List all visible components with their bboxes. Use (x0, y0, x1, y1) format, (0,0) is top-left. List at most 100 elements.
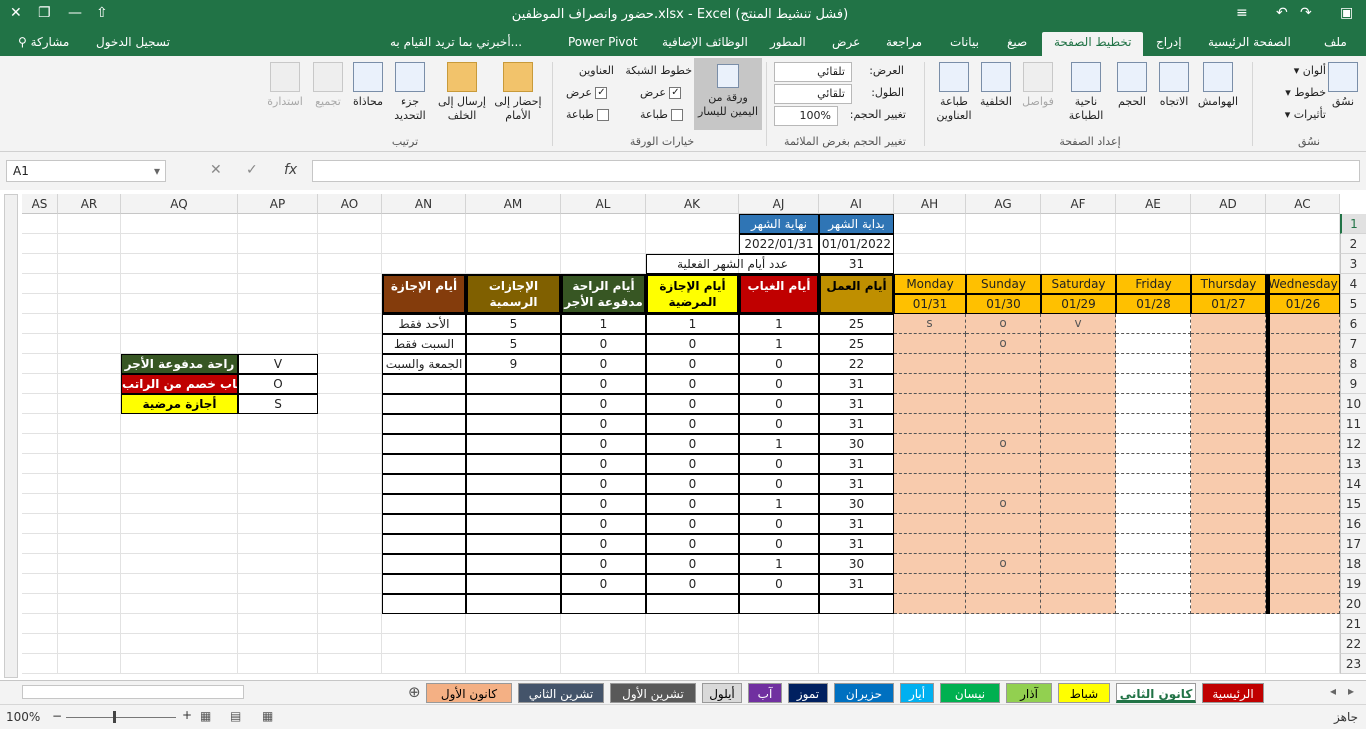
grid-cell[interactable] (1116, 254, 1191, 274)
grid-cell[interactable] (22, 534, 58, 554)
attendance-mark-cell[interactable] (1191, 554, 1266, 574)
attendance-mark-cell[interactable] (966, 574, 1041, 594)
end-label-cell[interactable]: نهاية الشهر (739, 214, 819, 234)
grid-cell[interactable] (318, 294, 382, 314)
attendance-mark-cell[interactable] (1041, 574, 1116, 594)
grid-cell[interactable] (318, 254, 382, 274)
sheet-tab[interactable]: أيار (900, 683, 934, 703)
sick-days-cell[interactable]: 0 (646, 374, 739, 394)
row-header[interactable]: 18 (1340, 554, 1366, 574)
sick-days-cell[interactable]: 0 (646, 354, 739, 374)
work-days-cell[interactable]: 31 (819, 574, 894, 594)
grid-cell[interactable] (238, 434, 318, 454)
attendance-mark-cell[interactable] (1041, 374, 1116, 394)
sick-days-cell[interactable]: 0 (646, 474, 739, 494)
attendance-mark-cell[interactable]: o (966, 434, 1041, 454)
sheet-tab[interactable]: تشرين الأول (610, 683, 696, 703)
tab-addins[interactable]: الوظائف الإضافية (662, 35, 748, 49)
colors-button[interactable]: ألوان ▾ (1256, 64, 1326, 77)
sick-days-cell[interactable]: 0 (646, 454, 739, 474)
grid-cell[interactable] (121, 254, 238, 274)
grid-cell[interactable] (1266, 634, 1340, 654)
grid-cell[interactable] (561, 234, 646, 254)
grid-cell[interactable] (22, 394, 58, 414)
attendance-mark-cell[interactable] (1116, 454, 1191, 474)
absence-days-cell[interactable]: 0 (739, 534, 819, 554)
absence-days-cell[interactable]: 0 (739, 354, 819, 374)
start-date-cell[interactable]: 01/01/2022 (819, 234, 894, 254)
empty-summary-cell[interactable] (561, 594, 646, 614)
paid-rest-cell[interactable]: 0 (561, 514, 646, 534)
grid-cell[interactable] (1266, 214, 1340, 234)
grid-cell[interactable] (22, 314, 58, 334)
grid-cell[interactable] (1266, 254, 1340, 274)
work-days-cell[interactable]: 30 (819, 554, 894, 574)
column-header[interactable]: AL (561, 194, 646, 214)
attendance-mark-cell[interactable] (1191, 374, 1266, 394)
grid-cell[interactable] (22, 454, 58, 474)
paid-rest-cell[interactable]: 0 (561, 374, 646, 394)
sheet-tab[interactable]: نيسان (940, 683, 1000, 703)
grid-cell[interactable] (318, 654, 382, 674)
grid-cell[interactable] (58, 294, 121, 314)
grid-cell[interactable] (1116, 654, 1191, 674)
sign-in-link[interactable]: تسجيل الدخول (96, 35, 170, 49)
attendance-mark-cell[interactable] (1041, 494, 1116, 514)
absence-days-cell[interactable]: 0 (739, 514, 819, 534)
grid-cell[interactable] (318, 634, 382, 654)
grid-cell[interactable] (121, 534, 238, 554)
grid-cell[interactable] (318, 314, 382, 334)
grid-cell[interactable] (466, 634, 561, 654)
sheet-tab[interactable]: تموز (788, 683, 828, 703)
work-days-cell[interactable]: 31 (819, 394, 894, 414)
zoom-slider-thumb[interactable] (113, 711, 116, 723)
grid-cell[interactable] (238, 594, 318, 614)
page-break-view-icon[interactable]: ▦ (200, 709, 211, 723)
absence-days-cell[interactable]: 1 (739, 554, 819, 574)
gridlines-view-check[interactable]: ✓ عرض (640, 86, 682, 99)
grid-cell[interactable] (121, 574, 238, 594)
grid-cell[interactable] (318, 514, 382, 534)
absence-days-cell[interactable]: 1 (739, 334, 819, 354)
attendance-mark-cell[interactable] (1266, 434, 1340, 454)
grid-cell[interactable] (238, 274, 318, 294)
official-holidays-cell[interactable] (466, 374, 561, 394)
tab-home[interactable]: الصفحة الرئيسية (1208, 35, 1291, 49)
attendance-mark-cell[interactable] (894, 394, 966, 414)
column-header[interactable]: AK (646, 194, 739, 214)
vacation-days-cell[interactable] (382, 554, 466, 574)
row-header[interactable]: 21 (1340, 614, 1366, 634)
grid-cell[interactable] (466, 614, 561, 634)
grid-cell[interactable] (318, 474, 382, 494)
grid-cell[interactable] (58, 314, 121, 334)
column-header[interactable]: AF (1041, 194, 1116, 214)
share-button[interactable]: ⚲ مشاركة (18, 35, 69, 49)
grid-cell[interactable] (1191, 634, 1266, 654)
grid-cell[interactable] (238, 214, 318, 234)
attendance-mark-cell[interactable] (1266, 574, 1340, 594)
grid-cell[interactable] (121, 274, 238, 294)
customize-qat-icon[interactable]: ≡ (1236, 5, 1248, 21)
work-days-cell[interactable]: 25 (819, 314, 894, 334)
grid-cell[interactable] (22, 374, 58, 394)
legend-code-cell[interactable]: V (238, 354, 318, 374)
paid-rest-cell[interactable]: 0 (561, 494, 646, 514)
insert-function-icon[interactable]: fx (284, 162, 297, 178)
grid-cell[interactable] (739, 634, 819, 654)
grid-cell[interactable] (1191, 234, 1266, 254)
margins-button[interactable]: الهوامش (1196, 62, 1240, 109)
sheet-rtl-button[interactable]: ورقة من اليمين لليسار (694, 58, 762, 130)
attendance-mark-cell[interactable] (1116, 574, 1191, 594)
grid-cell[interactable] (739, 614, 819, 634)
work-days-cell[interactable]: 30 (819, 494, 894, 514)
attendance-mark-cell[interactable] (1266, 374, 1340, 394)
grid-cell[interactable] (1191, 614, 1266, 634)
grid-cell[interactable] (238, 474, 318, 494)
grid-cell[interactable] (58, 534, 121, 554)
official-holidays-cell[interactable] (466, 414, 561, 434)
grid-cell[interactable] (22, 574, 58, 594)
group-button[interactable]: تجميع (308, 62, 348, 109)
attendance-mark-cell[interactable] (1116, 494, 1191, 514)
grid-cell[interactable] (22, 654, 58, 674)
day-name-cell[interactable]: Saturday (1041, 274, 1116, 294)
